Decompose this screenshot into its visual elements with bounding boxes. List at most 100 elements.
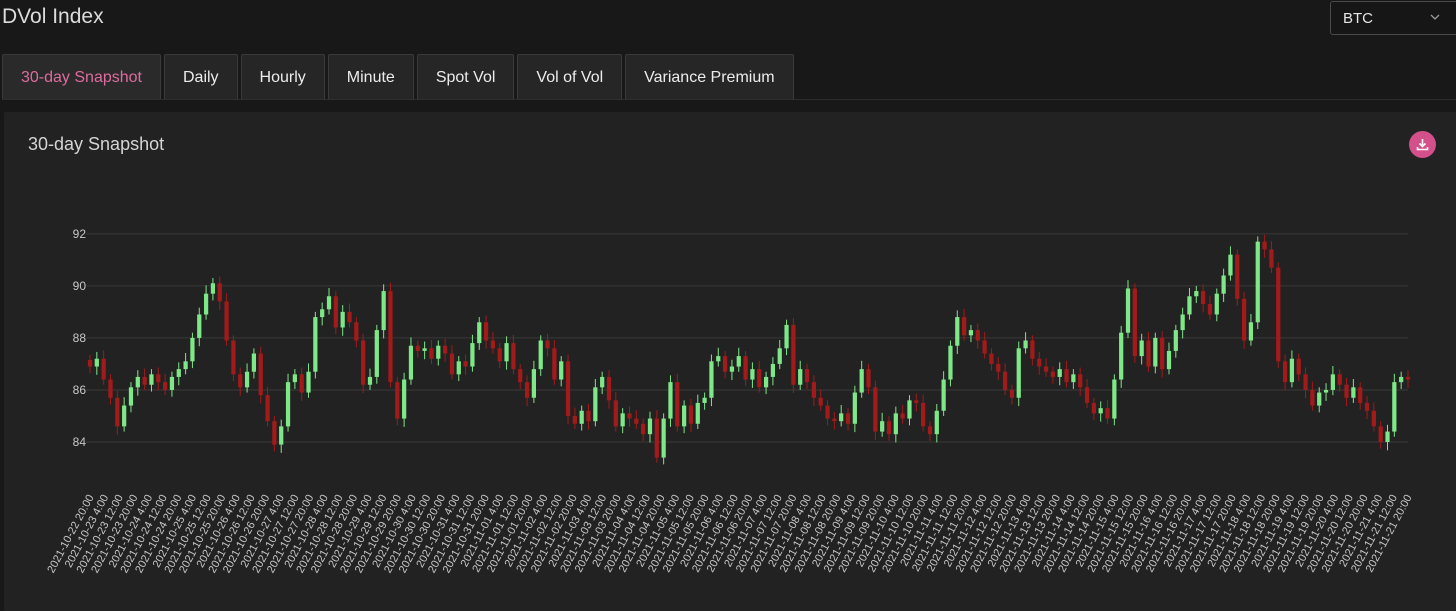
candle-body <box>408 345 414 380</box>
candle-body <box>613 400 618 427</box>
candle-body <box>128 387 134 406</box>
candle-body <box>176 369 181 377</box>
candle-body <box>238 374 243 388</box>
candle-body <box>299 374 304 393</box>
candle-body <box>839 413 844 422</box>
candle-body <box>627 413 632 419</box>
candle-body <box>859 369 864 393</box>
candle-body <box>395 382 400 419</box>
candle-body <box>579 410 584 424</box>
candle-body <box>1009 389 1015 398</box>
candle-body <box>1023 340 1028 349</box>
candle-body <box>115 397 120 427</box>
candle-body <box>497 348 502 362</box>
candle-body <box>866 369 871 388</box>
candle-body <box>1323 389 1329 393</box>
candle-body <box>982 340 987 354</box>
candle-body <box>402 379 407 419</box>
candle-body <box>313 317 318 372</box>
candle-body <box>217 283 222 302</box>
candle-body <box>1303 374 1308 390</box>
candle-body <box>1030 340 1035 359</box>
candle-body <box>1317 392 1322 406</box>
y-tick-label: 88 <box>73 331 87 345</box>
candle-body <box>1385 431 1390 442</box>
candle-body <box>1160 337 1165 370</box>
candle-body <box>1337 374 1342 385</box>
candle-body <box>1201 291 1206 305</box>
candle-body <box>1214 293 1219 315</box>
candle-body <box>1091 402 1096 414</box>
candle-body <box>948 345 953 380</box>
candle-body <box>559 361 564 380</box>
candle-body <box>586 410 591 422</box>
candle-body <box>845 413 851 424</box>
candle-body <box>1399 376 1404 383</box>
candle-body <box>1153 337 1158 367</box>
candle-body <box>333 296 338 328</box>
candle-body <box>306 371 311 393</box>
candle-body <box>190 337 195 362</box>
candle-body <box>1037 358 1042 367</box>
candle-body <box>1064 369 1069 383</box>
candle-body <box>531 369 536 398</box>
candle-body <box>258 353 263 396</box>
candle-body <box>524 382 530 398</box>
candle-body <box>1371 410 1376 427</box>
candle-body <box>750 369 755 380</box>
candle-body <box>101 358 106 380</box>
candle-body <box>279 426 284 445</box>
candle-body <box>108 379 113 398</box>
candle-body <box>1057 369 1062 377</box>
candle-body <box>1276 267 1281 362</box>
candle-body <box>1112 379 1117 419</box>
candle-body <box>142 376 147 385</box>
candle-body <box>1241 298 1247 341</box>
candle-body <box>538 340 543 370</box>
candle-body <box>1119 332 1124 380</box>
candle-body <box>1207 304 1213 315</box>
candle-body <box>1221 275 1226 294</box>
candle-body <box>736 356 741 367</box>
candle-body <box>770 363 776 377</box>
candle-body <box>675 382 680 427</box>
candle-body <box>1194 291 1199 297</box>
candle-body <box>422 348 427 351</box>
candlestick-chart: 84868890922021-10-22 20:002021-10-23 4:0… <box>45 227 1414 575</box>
candle-body <box>907 400 912 419</box>
candle-body <box>798 369 803 385</box>
candle-body <box>620 413 625 427</box>
candle-body <box>634 418 639 424</box>
candle-body <box>477 322 482 344</box>
candle-body <box>354 322 359 341</box>
candle-body <box>900 413 905 419</box>
candle-body <box>367 376 373 385</box>
candle-body <box>989 353 994 364</box>
candle-body <box>231 340 236 375</box>
candle-body <box>1235 254 1240 299</box>
candle-body <box>654 418 659 458</box>
candle-body <box>483 322 489 341</box>
candle-body <box>361 340 366 385</box>
candle-body <box>449 353 455 375</box>
candle-body <box>962 317 967 336</box>
candle-body <box>169 376 175 390</box>
candle-body <box>722 356 728 372</box>
candle-body <box>825 405 830 419</box>
candle-body <box>442 345 448 354</box>
candle-body <box>668 382 673 419</box>
candle-body <box>1084 387 1090 403</box>
candle-body <box>87 360 93 367</box>
candle-body <box>934 410 939 435</box>
candle-body <box>880 421 885 432</box>
y-tick-label: 86 <box>73 383 87 397</box>
candle-body <box>1262 241 1267 250</box>
candle-body <box>1002 371 1008 390</box>
candle-body <box>122 405 127 427</box>
candle-body <box>1282 361 1288 383</box>
candle-body <box>1330 374 1335 390</box>
candle-body <box>1125 288 1131 333</box>
candle-body <box>702 397 707 403</box>
candle-body <box>1392 382 1397 432</box>
candle-body <box>1228 254 1233 276</box>
